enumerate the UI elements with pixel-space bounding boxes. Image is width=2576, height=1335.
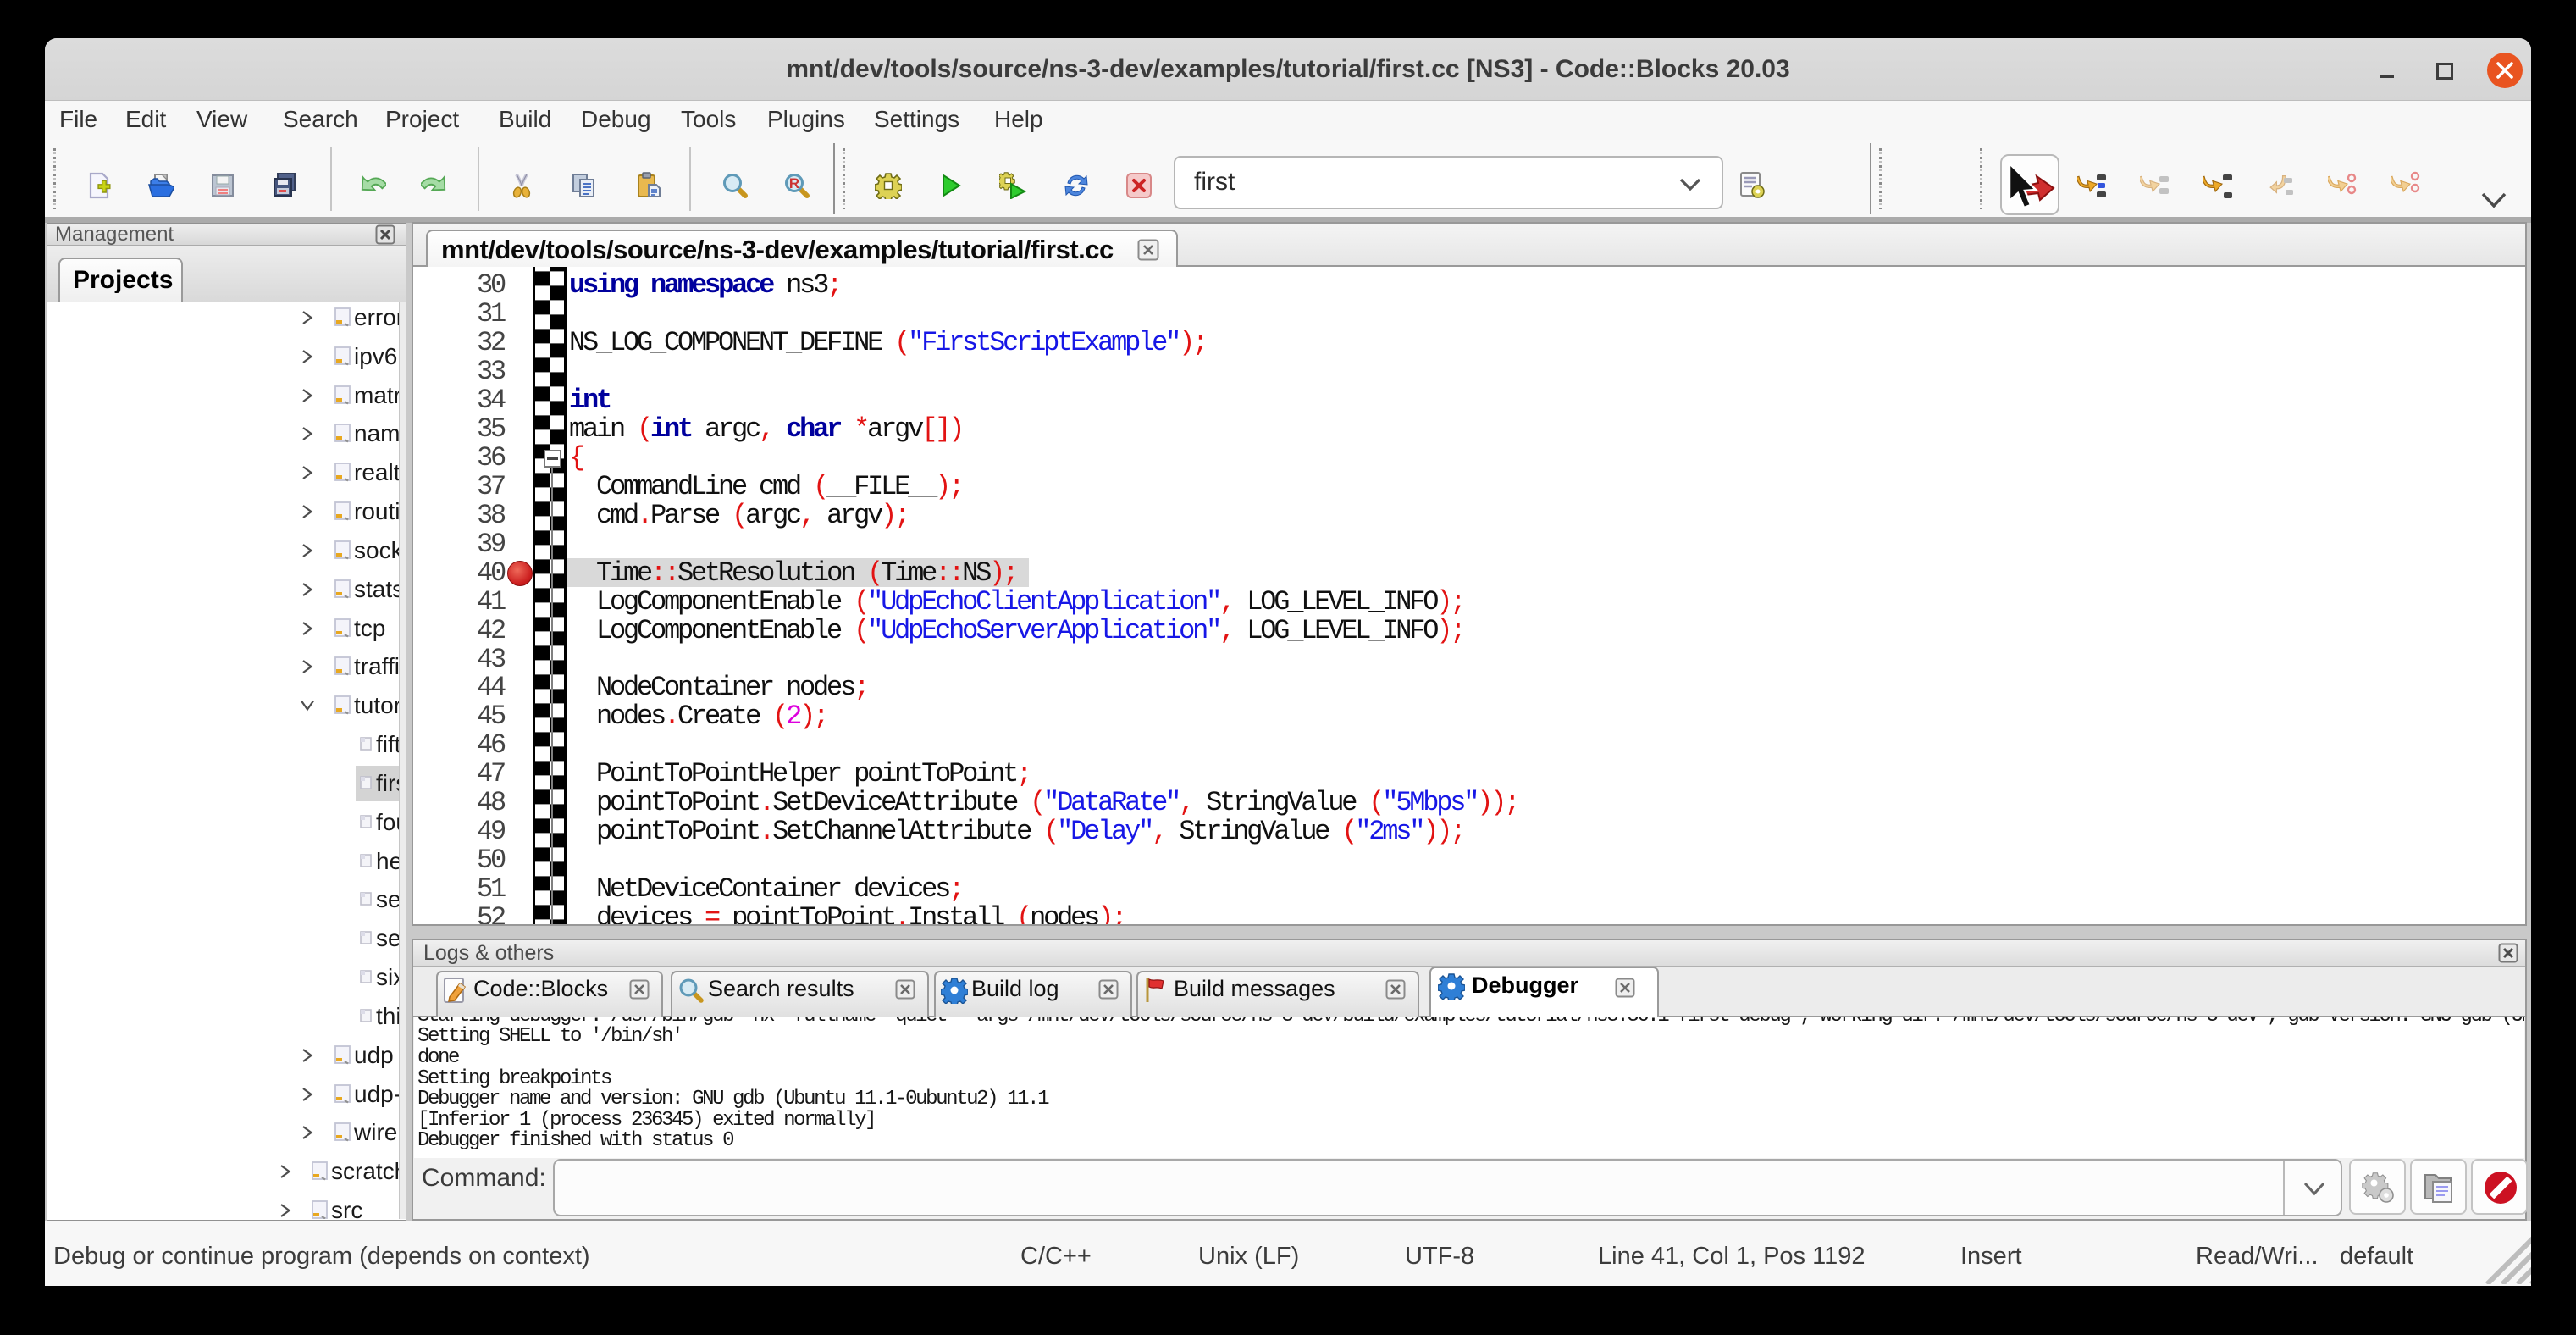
svg-text:R: R bbox=[789, 175, 799, 191]
